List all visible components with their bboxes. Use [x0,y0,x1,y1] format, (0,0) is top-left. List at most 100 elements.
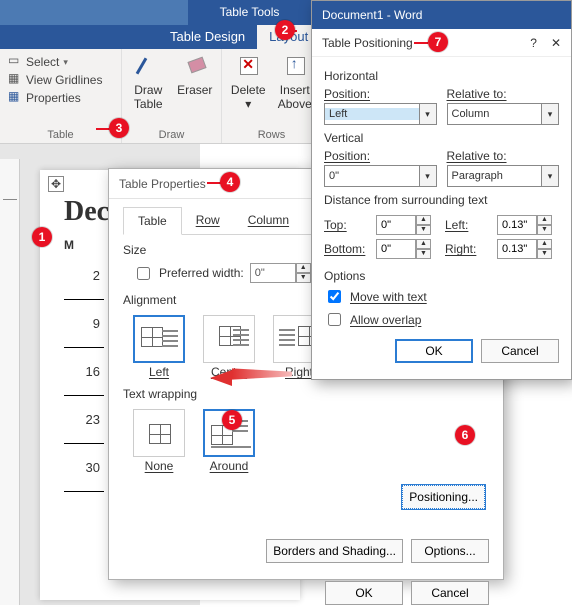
ribbon-group-rows-label: Rows [230,129,313,141]
h-position-label: Position: [324,87,437,101]
wrap-around-label: Around [203,459,255,473]
tp-ok-button[interactable]: OK [325,581,403,605]
distance-heading: Distance from surrounding text [324,193,559,207]
calendar-cell[interactable]: 16 [64,348,104,396]
ribbon-draw-table[interactable]: Draw Table [130,53,167,111]
h-relative-value: Column [448,108,542,120]
spinner-up-icon: ▲ [296,263,311,273]
insert-above-icon [281,53,309,81]
app-window-title: Document1 - Word [322,8,422,22]
left-label: Left: [445,218,491,232]
spinner-up-icon[interactable]: ▲ [416,239,431,249]
spinner-down-icon: ▼ [296,273,311,283]
callout-1: 1 [32,227,52,247]
options-button[interactable]: Options... [411,539,489,563]
horizontal-heading: Horizontal [324,69,559,83]
preferred-width-input [250,263,296,283]
pencil-icon [134,53,162,81]
ribbon-select[interactable]: Select ▾ [8,53,113,71]
ribbon-properties[interactable]: Properties [8,89,113,107]
v-relative-value: Paragraph [448,170,542,182]
calendar-cell[interactable]: 2 [64,252,104,300]
callout-3: 3 [109,118,129,138]
calendar-cell[interactable]: 9 [64,300,104,348]
spinner-up-icon[interactable]: ▲ [416,215,431,225]
move-with-text-label: Move with text [350,290,427,304]
ribbon-delete-label: Delete [230,83,267,97]
help-icon[interactable]: ? [530,29,537,57]
callout-6: 6 [455,425,475,445]
preferred-width-label: Preferred width: [159,266,244,280]
chevron-down-icon: ▾ [419,104,436,124]
calendar-cell[interactable]: 23 [64,396,104,444]
vertical-ruler [0,159,20,605]
right-label: Right: [445,242,491,256]
chevron-down-icon: ▾ [419,166,436,186]
tpos-cancel-button[interactable]: Cancel [481,339,559,363]
spinner-down-icon[interactable]: ▼ [416,225,431,235]
chevron-down-icon: ▾ [541,104,558,124]
calendar-weekday: M [64,238,104,252]
callout-7: 7 [428,32,448,52]
tab-row[interactable]: Row [182,207,234,234]
spinner-down-icon[interactable]: ▼ [416,249,431,259]
ribbon-view-gridlines[interactable]: View Gridlines [8,71,113,89]
align-left[interactable]: Left [133,315,185,379]
spinner-down-icon[interactable]: ▼ [537,249,552,259]
spinner-down-icon[interactable]: ▼ [537,225,552,235]
tab-table-design[interactable]: Table Design [158,25,257,49]
eraser-icon [181,53,209,81]
close-icon[interactable]: ✕ [551,29,561,57]
properties-icon [8,91,22,105]
allow-overlap-label: Allow overlap [350,313,421,327]
allow-overlap-checkbox[interactable] [328,313,341,326]
wrap-heading: Text wrapping [123,387,489,401]
delete-icon [234,53,262,81]
h-position-select[interactable]: Left▾ [324,103,437,125]
ribbon-properties-label: Properties [26,91,81,105]
ribbon-eraser[interactable]: Eraser [177,53,214,111]
dialog-title: Table Properties [119,177,206,191]
wrap-none-label: None [133,459,185,473]
h-position-value: Left [325,108,419,120]
h-relative-select[interactable]: Column▾ [447,103,560,125]
move-with-text-checkbox[interactable] [328,290,341,303]
ribbon-eraser-label: Eraser [177,83,214,97]
h-relative-label: Relative to: [447,87,560,101]
table-tools-context: Table Tools [188,0,311,25]
top-label: Top: [324,218,370,232]
preferred-width-checkbox[interactable] [137,267,150,280]
right-input[interactable] [497,239,537,259]
v-position-label: Position: [324,149,437,163]
tab-column[interactable]: Column [234,207,303,234]
tp-cancel-button[interactable]: Cancel [411,581,489,605]
table-move-handle[interactable]: ✥ [48,176,64,192]
callout-5: 5 [222,410,242,430]
chevron-down-icon: ▾ [63,57,68,68]
ribbon-delete[interactable]: Delete▾ [230,53,267,111]
dialog-table-positioning: Document1 - Word Table Positioning ? ✕ H… [311,0,572,380]
align-left-label: Left [133,365,185,379]
spinner-up-icon[interactable]: ▲ [537,239,552,249]
calendar-cell[interactable]: 30 [64,444,104,492]
tpos-ok-button[interactable]: OK [395,339,473,363]
ribbon-insert-above[interactable]: Insert Above [277,53,314,111]
vertical-heading: Vertical [324,131,559,145]
ribbon-select-label: Select [26,55,59,69]
tab-table[interactable]: Table [123,207,182,235]
bottom-input[interactable] [376,239,416,259]
annotation-arrow-head [210,370,232,386]
chevron-down-icon: ▾ [245,97,251,111]
v-position-value: 0" [325,170,419,182]
v-relative-label: Relative to: [447,149,560,163]
left-input[interactable] [497,215,537,235]
wrap-none[interactable]: None [133,409,185,473]
borders-shading-button[interactable]: Borders and Shading... [266,539,403,563]
spinner-up-icon[interactable]: ▲ [537,215,552,225]
v-position-select[interactable]: 0"▾ [324,165,437,187]
ribbon-draw-table-label: Draw Table [130,83,167,111]
ribbon-gridlines-label: View Gridlines [26,73,102,87]
positioning-button[interactable]: Positioning... [402,485,485,509]
v-relative-select[interactable]: Paragraph▾ [447,165,560,187]
top-input[interactable] [376,215,416,235]
